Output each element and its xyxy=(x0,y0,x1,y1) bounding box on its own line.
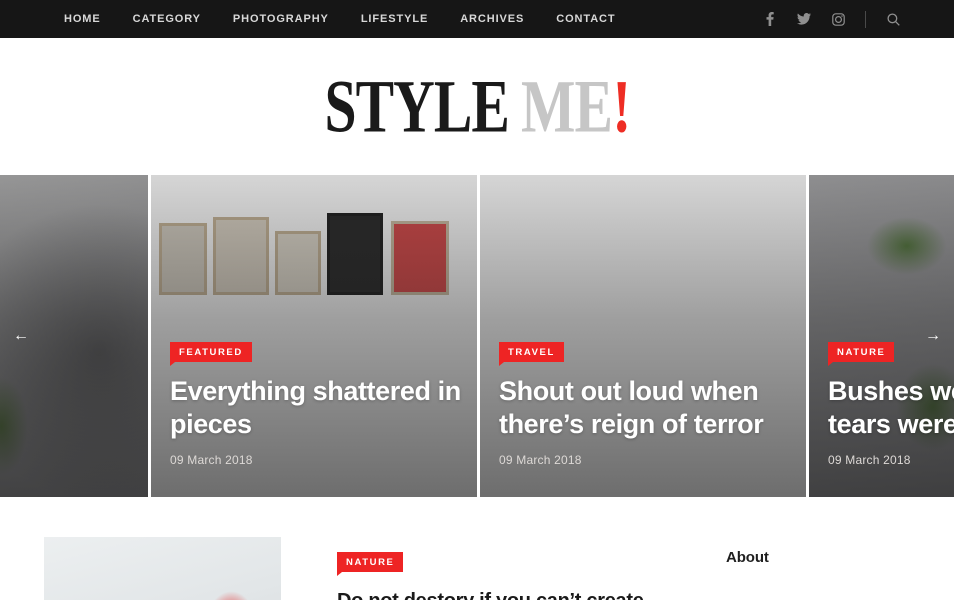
slide-category-badge[interactable]: FEATURED xyxy=(170,342,252,367)
nav-item-contact[interactable]: CONTACT xyxy=(540,13,631,25)
slide-date: 09 March 2018 xyxy=(499,453,582,467)
main-menu: HOME CATEGORY PHOTOGRAPHY LIFESTYLE ARCH… xyxy=(48,13,632,25)
slide-content: green and lorless xyxy=(0,389,134,467)
slider-next-arrow-icon[interactable]: → xyxy=(920,323,946,349)
nav-item-lifestyle[interactable]: LIFESTYLE xyxy=(345,13,444,25)
top-navigation-bar: HOME CATEGORY PHOTOGRAPHY LIFESTYLE ARCH… xyxy=(0,0,954,38)
nav-divider xyxy=(865,10,866,28)
logo-exclamation: ! xyxy=(611,65,631,148)
slide-date: 09 March 2018 xyxy=(170,453,253,467)
logo-text-style: STYLE xyxy=(324,65,509,148)
slide-content: NATURE Bushes were tears were 09 March 2… xyxy=(828,342,954,467)
slide-content: TRAVEL Shout out loud when there’s reign… xyxy=(499,342,792,467)
post-category-badge[interactable]: NATURE xyxy=(337,552,404,576)
sidebar-about-heading: About xyxy=(726,549,769,566)
nav-item-archives[interactable]: ARCHIVES xyxy=(444,13,540,25)
slide-title[interactable]: green and lorless xyxy=(0,389,134,455)
slider-prev-arrow-icon[interactable]: ← xyxy=(8,323,34,349)
slide-title[interactable]: Shout out loud when there’s reign of ter… xyxy=(499,375,792,441)
instagram-icon[interactable] xyxy=(827,0,849,38)
slide-title[interactable]: Everything shattered in pieces xyxy=(170,375,463,441)
slide-category-badge[interactable]: NATURE xyxy=(828,342,895,367)
slide-category-badge[interactable]: TRAVEL xyxy=(499,342,564,367)
nav-item-category[interactable]: CATEGORY xyxy=(117,13,217,25)
site-logo-area: STYLE ME ! xyxy=(0,38,954,175)
slide-title[interactable]: Bushes were tears were xyxy=(828,375,954,441)
post-text-block: NATURE Do not destory if you can’t creat… xyxy=(297,537,704,600)
search-icon[interactable] xyxy=(882,0,904,38)
main-content-area: NATURE Do not destory if you can’t creat… xyxy=(0,537,954,600)
nav-item-photography[interactable]: PHOTOGRAPHY xyxy=(217,13,345,25)
facebook-icon[interactable] xyxy=(759,0,781,38)
post-list: NATURE Do not destory if you can’t creat… xyxy=(44,537,704,600)
slide-content: FEATURED Everything shattered in pieces … xyxy=(170,342,463,467)
post-title[interactable]: Do not destory if you can’t create xyxy=(337,588,704,600)
sidebar: About xyxy=(704,537,910,600)
slide-date: 09 March 2018 xyxy=(828,453,911,467)
post-thumbnail-image[interactable] xyxy=(44,537,281,600)
nav-item-home[interactable]: HOME xyxy=(48,13,117,25)
site-logo[interactable]: STYLE ME ! xyxy=(324,65,631,148)
social-links xyxy=(753,0,910,38)
twitter-icon[interactable] xyxy=(793,0,815,38)
featured-posts-slider: green and lorless FEATURED Everything sh… xyxy=(0,175,954,497)
slide-item-3[interactable]: TRAVEL Shout out loud when there’s reign… xyxy=(480,175,806,497)
logo-text-me: ME xyxy=(520,65,613,148)
slide-item-2[interactable]: FEATURED Everything shattered in pieces … xyxy=(151,175,477,497)
